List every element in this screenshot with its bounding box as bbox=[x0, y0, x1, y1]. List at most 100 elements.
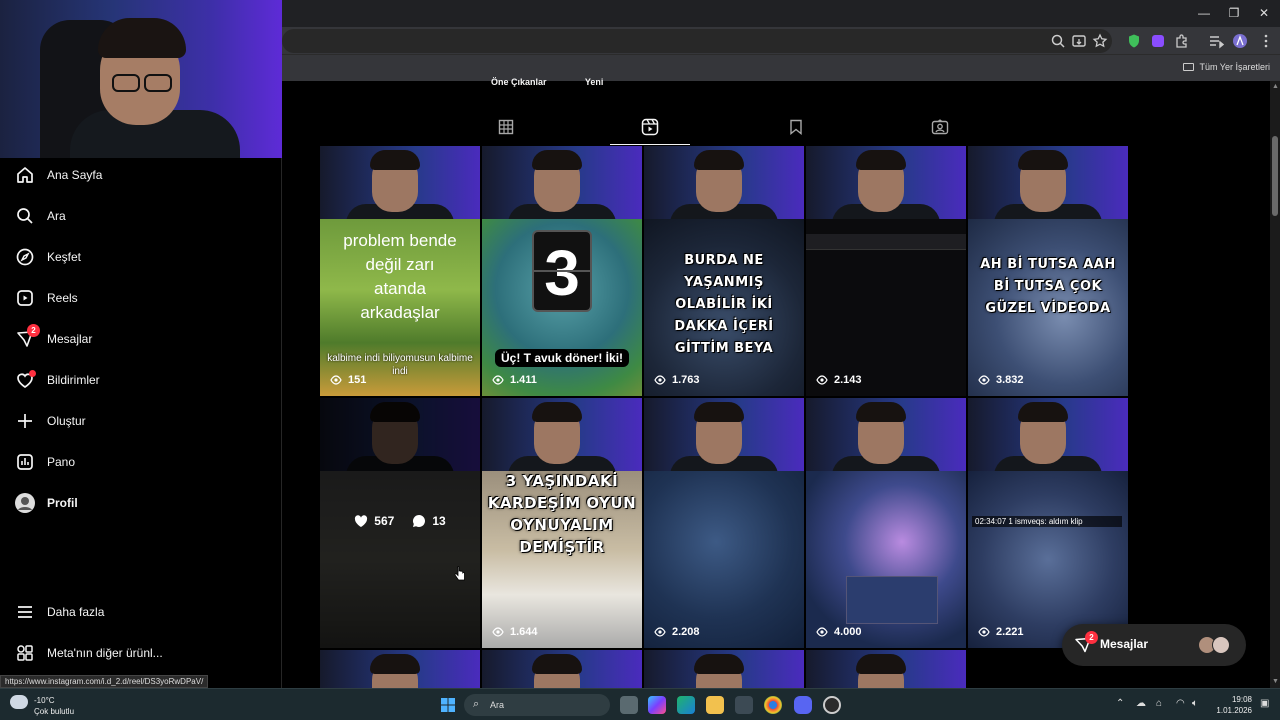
sidebar-item-label: Meta'nın diğer ürünl... bbox=[47, 646, 163, 660]
folder-icon bbox=[1183, 63, 1195, 71]
messages-badge: 2 bbox=[27, 324, 40, 337]
dashboard-icon bbox=[14, 451, 36, 473]
browser-menu-icon[interactable] bbox=[1258, 33, 1274, 49]
eye-icon bbox=[654, 375, 666, 385]
sidebar-item-notifications[interactable]: Bildirimler bbox=[14, 367, 254, 393]
scroll-up-arrow[interactable]: ▲ bbox=[1272, 83, 1279, 91]
reel-tile[interactable] bbox=[320, 650, 480, 688]
scroll-thumb[interactable] bbox=[1272, 136, 1278, 216]
sidebar-item-messages[interactable]: 2 Mesajlar bbox=[14, 324, 254, 352]
eye-icon bbox=[816, 375, 828, 385]
file-explorer-icon[interactable] bbox=[706, 696, 724, 714]
profile-avatar-icon[interactable] bbox=[1232, 33, 1248, 49]
sidebar-item-label: Daha fazla bbox=[47, 605, 105, 619]
sidebar-item-label: Ara bbox=[47, 209, 66, 223]
notification-center-icon[interactable]: ▣ bbox=[1260, 698, 1269, 709]
shield-extension-icon[interactable] bbox=[1126, 33, 1142, 49]
tab-reels[interactable] bbox=[610, 109, 690, 145]
edge-icon[interactable] bbox=[677, 696, 695, 714]
scroll-down-arrow[interactable]: ▼ bbox=[1272, 678, 1279, 686]
view-count: 1.411 bbox=[492, 374, 537, 386]
bookmarks-bar: Tüm Yer İşaretleri bbox=[282, 54, 1280, 81]
sidebar-item-reels[interactable]: Reels bbox=[14, 285, 254, 311]
copilot-icon[interactable] bbox=[648, 696, 666, 714]
reels-tab-icon bbox=[641, 118, 659, 135]
extensions-puzzle-icon[interactable] bbox=[1174, 33, 1190, 49]
heart-icon bbox=[14, 369, 36, 391]
reel-tile[interactable]: BURDA NE YAŞANMIŞ OLABİLİR İKİ DAKKA İÇE… bbox=[644, 146, 804, 396]
reel-tile[interactable]: AH Bİ TUTSA AAH Bİ TUTSA ÇOK GÜZEL VİDEO… bbox=[968, 146, 1128, 396]
clock-time: 19:08 bbox=[1231, 695, 1252, 704]
all-bookmarks-label: Tüm Yer İşaretleri bbox=[1199, 62, 1270, 72]
taskbar-clock[interactable]: 19:08 1.01.2026 bbox=[1210, 694, 1252, 716]
tab-saved[interactable] bbox=[756, 109, 836, 145]
sidebar-item-meta-products[interactable]: Meta'nın diğer ürünl... bbox=[14, 640, 254, 666]
reel-tile[interactable]: 2.208 bbox=[644, 398, 804, 648]
home-icon bbox=[14, 164, 36, 186]
comment-icon bbox=[413, 515, 426, 527]
maximize-button[interactable]: ❐ bbox=[1224, 4, 1244, 22]
windows-start-icon[interactable] bbox=[440, 697, 456, 713]
view-count-value: 4.000 bbox=[834, 626, 862, 638]
sidebar-item-more[interactable]: Daha fazla bbox=[14, 599, 254, 625]
sidebar-item-home[interactable]: Ana Sayfa bbox=[14, 162, 254, 188]
minimize-button[interactable]: — bbox=[1194, 4, 1214, 22]
tray-chevron-icon[interactable]: ⌃ bbox=[1116, 698, 1124, 709]
wifi-icon[interactable]: ◠ bbox=[1176, 698, 1185, 709]
reel-tile[interactable] bbox=[806, 650, 966, 688]
eye-icon bbox=[492, 375, 504, 385]
sidebar-item-label: Reels bbox=[47, 291, 78, 305]
hover-stats: 567 13 bbox=[320, 514, 480, 528]
apps-icon bbox=[14, 642, 36, 664]
bookmark-star-icon[interactable] bbox=[1092, 33, 1108, 49]
eye-icon bbox=[816, 627, 828, 637]
sidebar-item-profile[interactable]: Profil bbox=[14, 490, 254, 516]
sidebar-item-label: Oluştur bbox=[47, 414, 86, 428]
reel-tile[interactable]: 2.143 bbox=[806, 146, 966, 396]
discord-icon[interactable] bbox=[794, 696, 812, 714]
sidebar-item-label: Keşfet bbox=[47, 250, 82, 264]
avatar bbox=[1212, 636, 1230, 654]
media-control-icon[interactable] bbox=[1208, 33, 1224, 49]
reel-tile-hovered[interactable]: 567 13 bbox=[320, 398, 480, 648]
messages-float-label: Mesajlar bbox=[1100, 637, 1149, 651]
close-button[interactable]: ✕ bbox=[1254, 4, 1274, 22]
view-count-value: 3.832 bbox=[996, 374, 1024, 386]
task-view-icon[interactable] bbox=[620, 696, 638, 714]
address-bar[interactable] bbox=[282, 29, 1112, 53]
highlight-new[interactable]: Yeni bbox=[585, 77, 604, 87]
sidebar-item-dashboard[interactable]: Pano bbox=[14, 449, 254, 475]
messages-float-button[interactable]: 2 Mesajlar bbox=[1062, 624, 1246, 666]
highlight-featured[interactable]: Öne Çıkanlar bbox=[491, 77, 547, 87]
all-bookmarks[interactable]: Tüm Yer İşaretleri bbox=[1183, 62, 1270, 72]
reel-tile[interactable]: 4.000 bbox=[806, 398, 966, 648]
network-icon[interactable]: ⌂ bbox=[1156, 698, 1162, 709]
avatar bbox=[14, 492, 36, 514]
page-scrollbar[interactable]: ▲ ▼ bbox=[1270, 81, 1280, 688]
reel-tile[interactable]: 3 YAŞINDAKİ KARDEŞİM OYUN OYNUYALIM DEMİ… bbox=[482, 398, 642, 648]
zoom-icon[interactable] bbox=[1050, 33, 1066, 49]
volume-icon[interactable]: 🔈︎ bbox=[1192, 698, 1198, 709]
reel-tile[interactable]: 02:34:07 1 ismveqs: aldım klip 2.221 bbox=[968, 398, 1128, 648]
sidebar-item-label: Pano bbox=[47, 455, 76, 469]
install-app-icon[interactable] bbox=[1071, 33, 1087, 49]
tab-posts[interactable] bbox=[466, 109, 546, 145]
reel-tile[interactable] bbox=[482, 650, 642, 688]
reel-tile[interactable]: problem bende değil zarı atanda arkadaşl… bbox=[320, 146, 480, 396]
reel-tile[interactable] bbox=[644, 650, 804, 688]
sidebar-item-search[interactable]: Ara bbox=[14, 203, 254, 229]
view-count: 2.208 bbox=[654, 626, 700, 638]
purple-extension-icon[interactable] bbox=[1150, 33, 1166, 49]
tab-tagged[interactable] bbox=[900, 109, 980, 145]
view-count-value: 2.208 bbox=[672, 626, 700, 638]
chrome-icon[interactable] bbox=[764, 696, 782, 714]
profile-main: Öne Çıkanlar Yeni problem bende değil za bbox=[282, 77, 1270, 688]
reel-tile[interactable]: 3 Üç! T avuk döner! İki! 1.411 bbox=[482, 146, 642, 396]
taskbar-search[interactable]: ⌕ Ara bbox=[464, 694, 610, 716]
obs-icon[interactable] bbox=[823, 696, 841, 714]
store-icon[interactable] bbox=[735, 696, 753, 714]
reel-caption: BURDA NE YAŞANMIŞ OLABİLİR İKİ DAKKA İÇE… bbox=[674, 253, 774, 356]
sidebar-item-explore[interactable]: Keşfet bbox=[14, 244, 254, 270]
sidebar-item-create[interactable]: Oluştur bbox=[14, 408, 254, 434]
onedrive-icon[interactable]: ☁ bbox=[1136, 698, 1146, 709]
